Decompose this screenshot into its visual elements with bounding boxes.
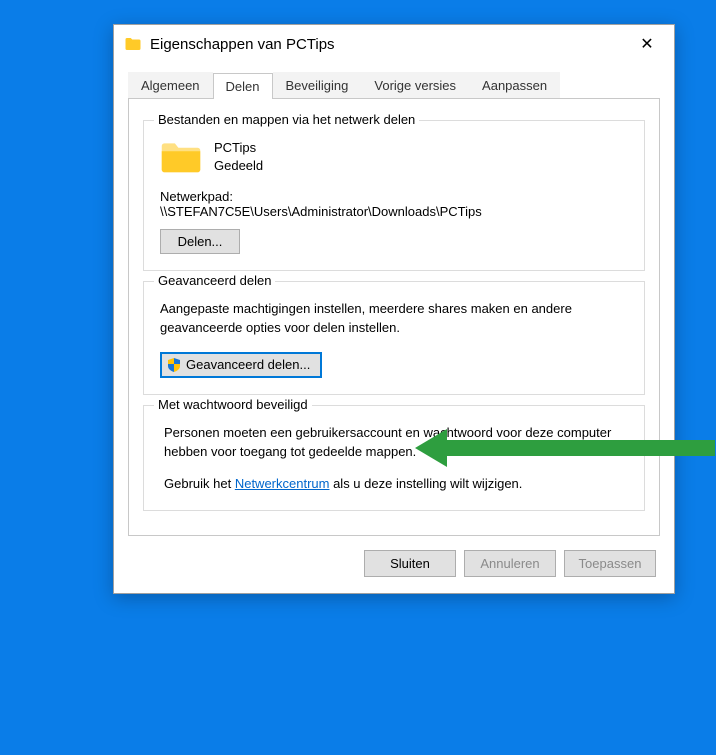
group-network-sharing: Bestanden en mappen via het netwerk dele… — [143, 120, 645, 271]
advanced-description: Aangepaste machtigingen instellen, meerd… — [160, 300, 628, 338]
cancel-button[interactable]: Annuleren — [464, 550, 556, 577]
share-folder-name: PCTips — [214, 139, 263, 157]
password-description-2: Gebruik het Netwerkcentrum als u deze in… — [160, 475, 628, 494]
shield-icon — [166, 357, 182, 373]
close-dialog-button[interactable]: Sluiten — [364, 550, 456, 577]
password-line2-post: als u deze instelling wilt wijzigen. — [329, 476, 522, 491]
properties-window: Eigenschappen van PCTips ✕ Algemeen Dele… — [113, 24, 675, 594]
network-path-label: Netwerkpad: — [160, 189, 628, 204]
close-button[interactable]: ✕ — [624, 28, 670, 60]
network-path-value: \\STEFAN7C5E\Users\Administrator\Downloa… — [160, 204, 628, 219]
advanced-share-label: Geavanceerd delen... — [186, 357, 310, 372]
password-line2-pre: Gebruik het — [164, 476, 235, 491]
group-legend-password: Met wachtwoord beveiligd — [154, 397, 312, 412]
tab-vorige-versies[interactable]: Vorige versies — [361, 72, 469, 98]
tab-delen[interactable]: Delen — [213, 73, 273, 99]
dialog-buttons: Sluiten Annuleren Toepassen — [128, 536, 660, 579]
window-title: Eigenschappen van PCTips — [150, 36, 624, 53]
tab-aanpassen[interactable]: Aanpassen — [469, 72, 560, 98]
share-status: Gedeeld — [214, 157, 263, 175]
group-legend-advanced: Geavanceerd delen — [154, 273, 275, 288]
password-description-1: Personen moeten een gebruikersaccount en… — [160, 424, 628, 462]
advanced-share-button[interactable]: Geavanceerd delen... — [160, 352, 322, 378]
titlebar: Eigenschappen van PCTips ✕ — [114, 25, 674, 63]
share-button[interactable]: Delen... — [160, 229, 240, 254]
network-center-link[interactable]: Netwerkcentrum — [235, 476, 330, 491]
folder-icon — [124, 35, 142, 53]
tab-strip: Algemeen Delen Beveiliging Vorige versie… — [128, 72, 660, 99]
client-area: Algemeen Delen Beveiliging Vorige versie… — [114, 63, 674, 593]
tab-panel-delen: Bestanden en mappen via het netwerk dele… — [128, 98, 660, 536]
share-info: PCTips Gedeeld — [214, 139, 263, 175]
folder-large-icon — [160, 139, 202, 177]
apply-button[interactable]: Toepassen — [564, 550, 656, 577]
tab-algemeen[interactable]: Algemeen — [128, 72, 213, 98]
tab-beveiliging[interactable]: Beveiliging — [273, 72, 362, 98]
group-advanced-sharing: Geavanceerd delen Aangepaste machtiginge… — [143, 281, 645, 395]
group-legend-network: Bestanden en mappen via het netwerk dele… — [154, 112, 419, 127]
group-password-protected: Met wachtwoord beveiligd Personen moeten… — [143, 405, 645, 512]
